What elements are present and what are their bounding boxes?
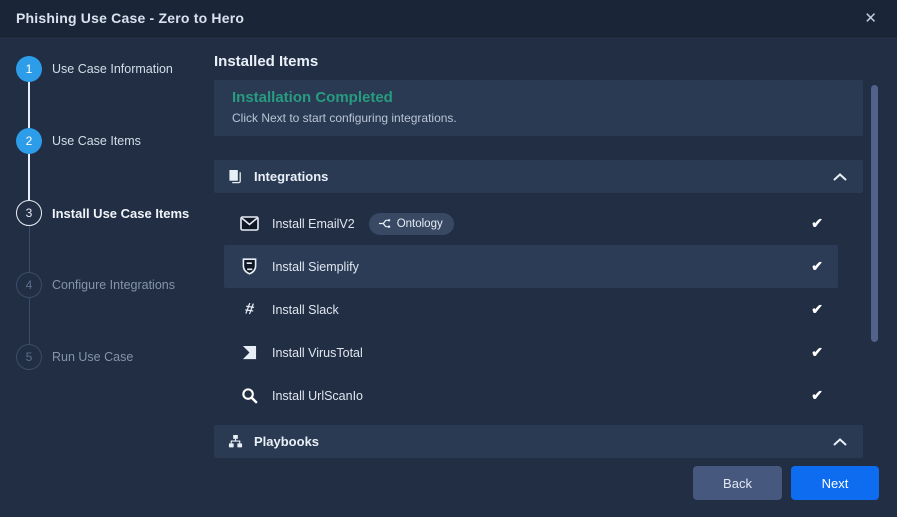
section-header-integrations[interactable]: Integrations	[214, 160, 863, 193]
check-icon: ✔	[811, 387, 823, 404]
integration-row-virustotal[interactable]: Install VirusTotal ✔	[224, 331, 838, 374]
integration-row-label: Install VirusTotal	[272, 346, 363, 360]
check-icon: ✔	[811, 258, 823, 275]
playbooks-icon	[228, 434, 243, 449]
chevron-up-icon[interactable]	[831, 171, 849, 183]
integration-row-emailv2[interactable]: Install EmailV2 Ontology ✔	[224, 202, 838, 245]
step-label: Run Use Case	[52, 350, 133, 364]
step-install-use-case-items[interactable]: 3 Install Use Case Items	[0, 200, 189, 226]
step-label: Install Use Case Items	[52, 206, 189, 221]
page-title: Installed Items	[214, 53, 863, 70]
integrations-icon	[228, 169, 243, 184]
virustotal-icon	[238, 345, 260, 360]
badge-label: Ontology	[397, 218, 443, 230]
back-button[interactable]: Back	[693, 466, 782, 500]
banner-title: Installation Completed	[232, 89, 845, 106]
section-header-playbooks[interactable]: Playbooks	[214, 425, 863, 458]
step-number: 4	[16, 272, 42, 298]
section-label: Integrations	[254, 169, 831, 184]
integration-row-label: Install Slack	[272, 303, 339, 317]
step-number: 1	[16, 56, 42, 82]
integration-row-label: Install EmailV2	[272, 217, 355, 231]
step-label: Use Case Items	[52, 134, 141, 148]
step-number: 5	[16, 344, 42, 370]
close-icon[interactable]: ✕	[860, 7, 881, 29]
step-use-case-items[interactable]: 2 Use Case Items	[0, 128, 141, 154]
check-icon: ✔	[811, 301, 823, 318]
banner-subtitle: Click Next to start configuring integrat…	[232, 111, 845, 125]
integration-row-slack[interactable]: # Install Slack ✔	[224, 288, 838, 331]
scrollbar-thumb[interactable]	[871, 85, 878, 342]
step-number: 2	[16, 128, 42, 154]
branch-icon	[378, 218, 391, 229]
step-use-case-information[interactable]: 1 Use Case Information	[0, 56, 173, 82]
integration-row-siemplify[interactable]: Install Siemplify ✔	[224, 245, 838, 288]
chevron-up-icon[interactable]	[831, 436, 849, 448]
check-icon: ✔	[811, 215, 823, 232]
step-configure-integrations[interactable]: 4 Configure Integrations	[0, 272, 175, 298]
email-icon	[238, 216, 260, 231]
check-icon: ✔	[811, 344, 823, 361]
installation-status-banner: Installation Completed Click Next to sta…	[214, 80, 863, 136]
window-title: Phishing Use Case - Zero to Hero	[16, 10, 244, 26]
step-label: Use Case Information	[52, 62, 173, 76]
next-button[interactable]: Next	[791, 466, 879, 500]
stepper-connector	[29, 226, 30, 272]
siemplify-icon	[238, 258, 260, 275]
stepper-connector	[29, 298, 30, 344]
footer-actions: Back Next	[693, 466, 879, 500]
stepper-connector	[28, 154, 30, 200]
stepper-connector	[28, 82, 30, 128]
step-label: Configure Integrations	[52, 278, 175, 292]
step-run-use-case[interactable]: 5 Run Use Case	[0, 344, 133, 370]
use-case-wizard-modal: Phishing Use Case - Zero to Hero ✕ 1 Use…	[0, 0, 897, 517]
main-content: Installed Items Installation Completed C…	[214, 37, 863, 458]
slack-icon: #	[238, 301, 260, 319]
integration-row-urlscanio[interactable]: Install UrlScanIo ✔	[224, 374, 838, 417]
titlebar: Phishing Use Case - Zero to Hero ✕	[0, 0, 897, 37]
integration-row-label: Install Siemplify	[272, 260, 359, 274]
integration-row-label: Install UrlScanIo	[272, 389, 363, 403]
step-number: 3	[16, 200, 42, 226]
search-icon	[238, 387, 260, 404]
section-label: Playbooks	[254, 434, 831, 449]
wizard-stepper: 1 Use Case Information 2 Use Case Items …	[0, 37, 214, 517]
integrations-list: Install EmailV2 Ontology ✔ Install Siemp…	[214, 193, 863, 417]
ontology-badge: Ontology	[369, 213, 454, 235]
